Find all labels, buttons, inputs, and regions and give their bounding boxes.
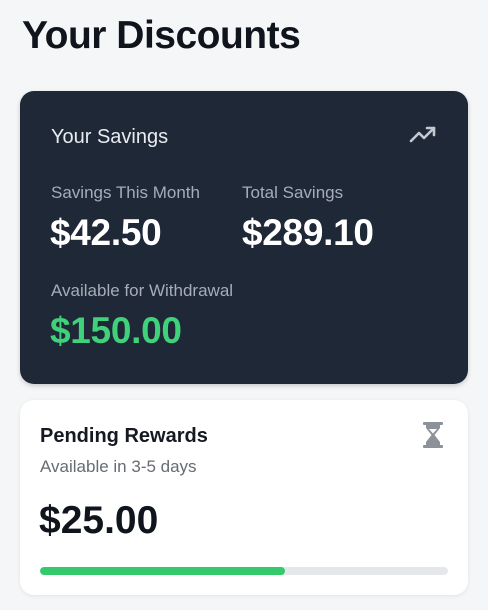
savings-card-title: Your Savings xyxy=(51,126,169,148)
savings-this-month-value: $42.50 xyxy=(50,212,162,253)
total-savings-value: $289.10 xyxy=(242,212,374,253)
pending-rewards-progress-fill xyxy=(40,567,285,575)
savings-this-month-label: Savings This Month xyxy=(51,183,200,202)
pending-rewards-subtitle: Available in 3-5 days xyxy=(40,457,197,476)
pending-rewards-progress-track xyxy=(40,567,448,575)
total-savings-label: Total Savings xyxy=(242,183,344,202)
available-for-withdrawal-value: $150.00 xyxy=(50,310,182,351)
trending-up-icon[interactable] xyxy=(409,125,437,145)
savings-card: Your Savings Savings This Month $42.50 T… xyxy=(20,91,468,384)
hourglass-icon xyxy=(423,422,443,448)
pending-rewards-title: Pending Rewards xyxy=(40,425,208,447)
page-title: Your Discounts xyxy=(22,14,301,57)
available-for-withdrawal-label: Available for Withdrawal xyxy=(51,281,234,300)
pending-rewards-amount: $25.00 xyxy=(39,499,159,542)
pending-rewards-card[interactable]: Pending Rewards Available in 3-5 days $2… xyxy=(20,400,468,595)
